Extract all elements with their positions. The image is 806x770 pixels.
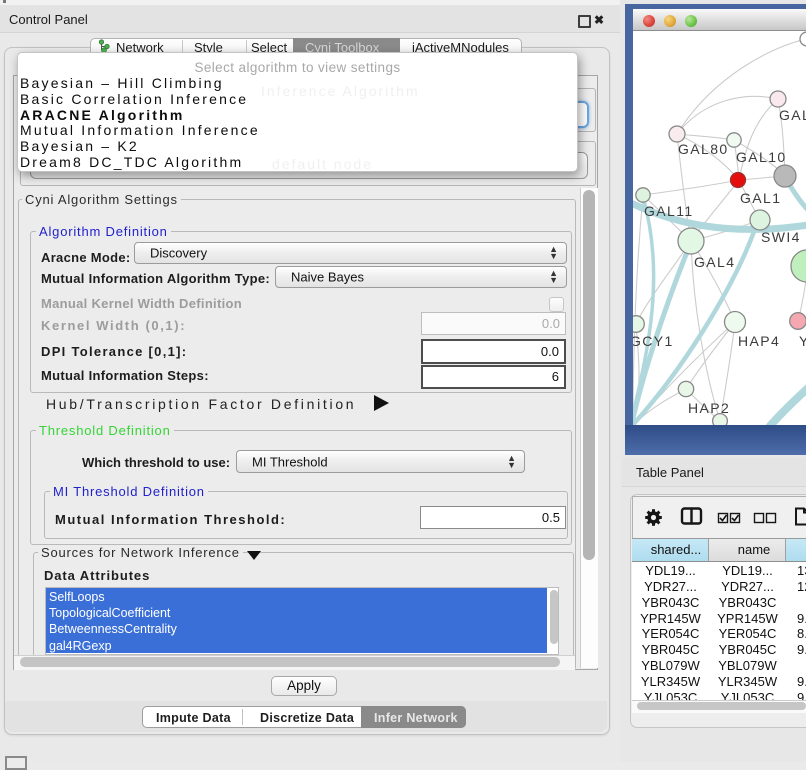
svg-text:GAL10: GAL10 <box>736 149 787 165</box>
svg-text:GAL80: GAL80 <box>678 141 729 157</box>
svg-text:Y: Y <box>799 333 806 349</box>
svg-text:HAP4: HAP4 <box>738 333 780 349</box>
svg-text:GAL11: GAL11 <box>644 203 694 219</box>
svg-text:GAL4: GAL4 <box>694 254 735 270</box>
svg-text:GAL: GAL <box>779 107 806 123</box>
svg-text:SWI4: SWI4 <box>761 229 801 245</box>
svg-text:HAP2: HAP2 <box>688 400 730 416</box>
svg-text:GAL1: GAL1 <box>740 190 781 206</box>
svg-text:GCY1: GCY1 <box>633 333 674 349</box>
